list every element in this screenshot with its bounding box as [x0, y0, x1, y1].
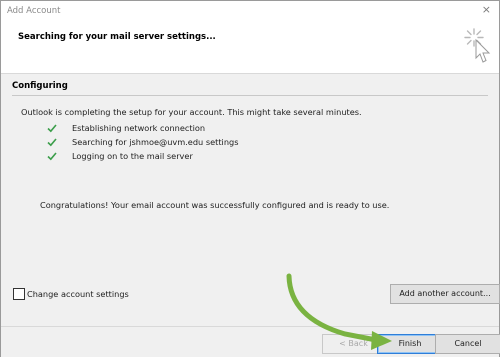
congratulations-message: Congratulations! Your email account was …	[40, 200, 390, 210]
checkmark-icon	[47, 124, 57, 133]
spinner-cursor-icon	[464, 28, 491, 63]
header-title: Searching for your mail server settings.…	[18, 32, 216, 42]
intro-text: Outlook is completing the setup for your…	[21, 107, 362, 117]
section-title: Configuring	[12, 81, 68, 91]
add-account-dialog: Add Account × Searching for your mail se…	[0, 0, 500, 357]
finish-button[interactable]: Finish	[377, 334, 443, 354]
section-divider	[12, 95, 488, 96]
dialog-header: Searching for your mail server settings.…	[1, 23, 499, 74]
step-label: Searching for jshmoe@uvm.edu settings	[72, 137, 239, 147]
add-another-account-button[interactable]: Add another account...	[390, 284, 500, 304]
close-icon[interactable]: ×	[482, 4, 491, 15]
checkmark-icon	[47, 152, 57, 161]
title-bar: Add Account ×	[1, 1, 499, 23]
checkbox-box[interactable]	[13, 288, 25, 300]
step-label: Establishing network connection	[72, 123, 206, 133]
dialog-content: Configuring Outlook is completing the se…	[1, 74, 500, 326]
dialog-footer: < Back Finish Cancel	[1, 326, 500, 357]
checkmark-icon	[47, 138, 57, 147]
checkbox-label[interactable]: Change account settings	[27, 289, 129, 299]
step-label: Logging on to the mail server	[72, 151, 193, 161]
back-button[interactable]: < Back	[322, 334, 385, 354]
window-title: Add Account	[7, 6, 61, 16]
cancel-button[interactable]: Cancel	[435, 334, 500, 354]
